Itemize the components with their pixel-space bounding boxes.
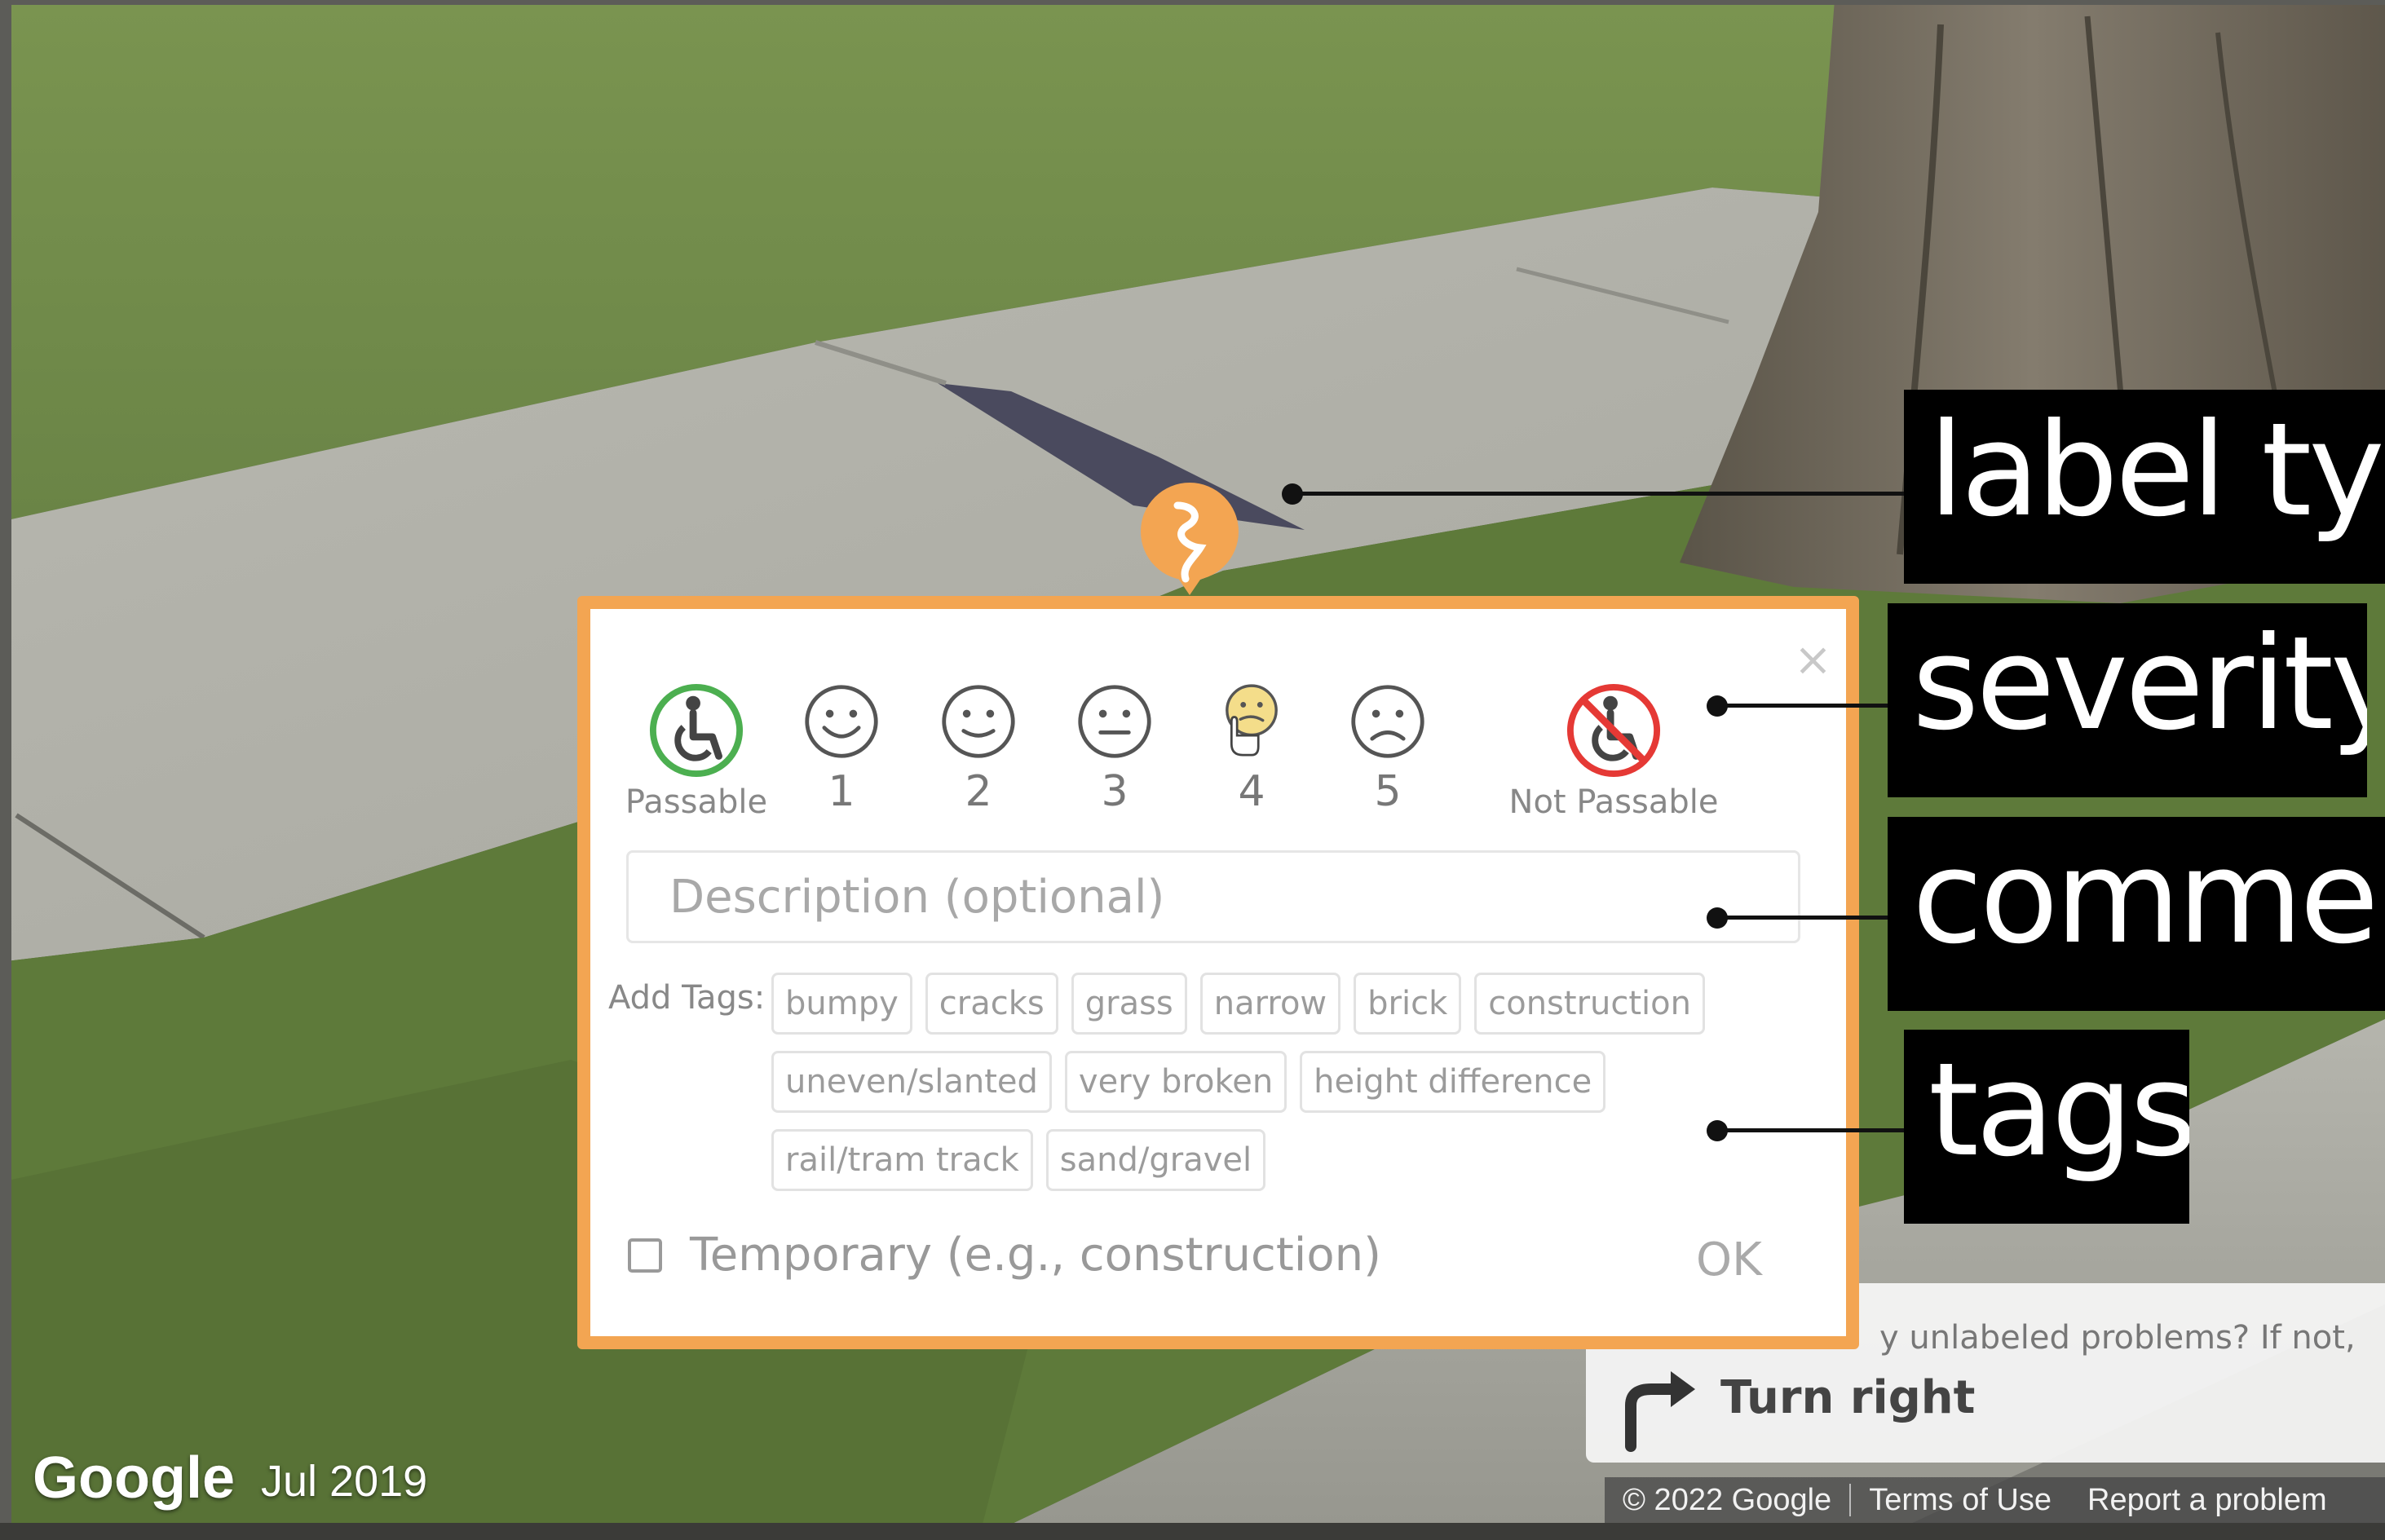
very-happy-face-icon — [805, 685, 878, 758]
happy-face-icon — [942, 685, 1015, 758]
report-problem-link[interactable]: Report a problem — [2069, 1483, 2345, 1518]
turn-right-arrow-icon — [1625, 1371, 1695, 1452]
callout-leader-line — [1292, 492, 1904, 496]
tag-grass[interactable]: grass — [1071, 973, 1187, 1035]
temporary-label: Temporary (e.g., construction) — [690, 1229, 1381, 1282]
map-footer: © 2022 Google Terms of Use Report a prob… — [1605, 1477, 2385, 1523]
navigation-hint: y unlabeled problems? If not, — [1879, 1319, 2356, 1357]
temporary-checkbox[interactable] — [628, 1238, 662, 1273]
temporary-option[interactable]: Temporary (e.g., construction) — [628, 1229, 1381, 1282]
tag-height-difference[interactable]: height difference — [1300, 1051, 1606, 1113]
callout-severity: severity — [1888, 603, 2367, 797]
terms-of-use-link[interactable]: Terms of Use — [1851, 1483, 2069, 1518]
wheelchair-accessible-icon — [649, 683, 744, 778]
sad-face-icon — [1351, 685, 1424, 758]
severity-2-label: 2 — [965, 767, 992, 816]
tag-sand-gravel[interactable]: sand/gravel — [1045, 1129, 1266, 1191]
tag-rail-tram-track[interactable]: rail/tram track — [771, 1129, 1033, 1191]
severity-1-button[interactable]: 1 — [793, 682, 890, 816]
copyright-text: © 2022 Google — [1623, 1482, 1832, 1517]
frame-border — [0, 0, 2385, 5]
callout-comment: comment — [1888, 817, 2385, 1011]
severity-1-label: 1 — [828, 767, 855, 816]
tag-cracks[interactable]: cracks — [925, 973, 1058, 1035]
tag-construction[interactable]: construction — [1474, 973, 1705, 1035]
tag-list: bumpy cracks grass narrow brick construc… — [771, 973, 1717, 1191]
frame-border — [0, 1523, 2385, 1540]
severity-4-label: 4 — [1238, 767, 1265, 816]
severity-4-button[interactable]: 4 — [1203, 682, 1301, 816]
neutral-face-icon — [1078, 685, 1151, 758]
callout-label-type: label typ — [1904, 390, 2385, 584]
callout-leader-line — [1717, 704, 1892, 708]
callout-leader-line — [1717, 916, 1892, 920]
add-tags-label: Add Tags: — [608, 979, 766, 1017]
label-popup: × Passable 1 2 3 4 5 Not Passable Descri… — [577, 596, 1859, 1349]
severity-5-label: 5 — [1374, 767, 1402, 816]
severity-2-button[interactable]: 2 — [930, 682, 1027, 816]
tag-very-broken[interactable]: very broken — [1064, 1051, 1287, 1113]
not-accessible-icon — [1566, 683, 1661, 778]
description-input[interactable] — [626, 850, 1800, 943]
not-passable-label: Not Passable — [1508, 783, 1719, 821]
frame-border — [0, 0, 11, 1540]
passable-label: Passable — [625, 783, 768, 821]
tag-brick[interactable]: brick — [1354, 973, 1462, 1035]
imagery-date: Jul 2019 — [261, 1457, 428, 1506]
tag-narrow[interactable]: narrow — [1199, 973, 1341, 1035]
worried-face-icon — [1226, 684, 1278, 757]
tag-bumpy[interactable]: bumpy — [771, 973, 912, 1035]
turn-right-button[interactable]: Turn right — [1720, 1371, 1975, 1424]
callout-leader-line — [1717, 1128, 1904, 1132]
severity-not-passable[interactable]: Not Passable — [1495, 682, 1732, 821]
surface-problem-icon[interactable] — [1137, 481, 1243, 595]
severity-passable[interactable]: Passable — [615, 682, 778, 821]
tag-uneven-slanted[interactable]: uneven/slanted — [771, 1051, 1052, 1113]
severity-5-button[interactable]: 5 — [1339, 682, 1437, 816]
severity-3-label: 3 — [1101, 767, 1128, 816]
ok-button[interactable]: OK — [1696, 1233, 1762, 1286]
severity-3-button[interactable]: 3 — [1066, 682, 1164, 816]
google-logo: Google — [33, 1445, 235, 1511]
callout-tags: tags — [1904, 1030, 2189, 1224]
close-icon[interactable]: × — [1794, 633, 1832, 686]
